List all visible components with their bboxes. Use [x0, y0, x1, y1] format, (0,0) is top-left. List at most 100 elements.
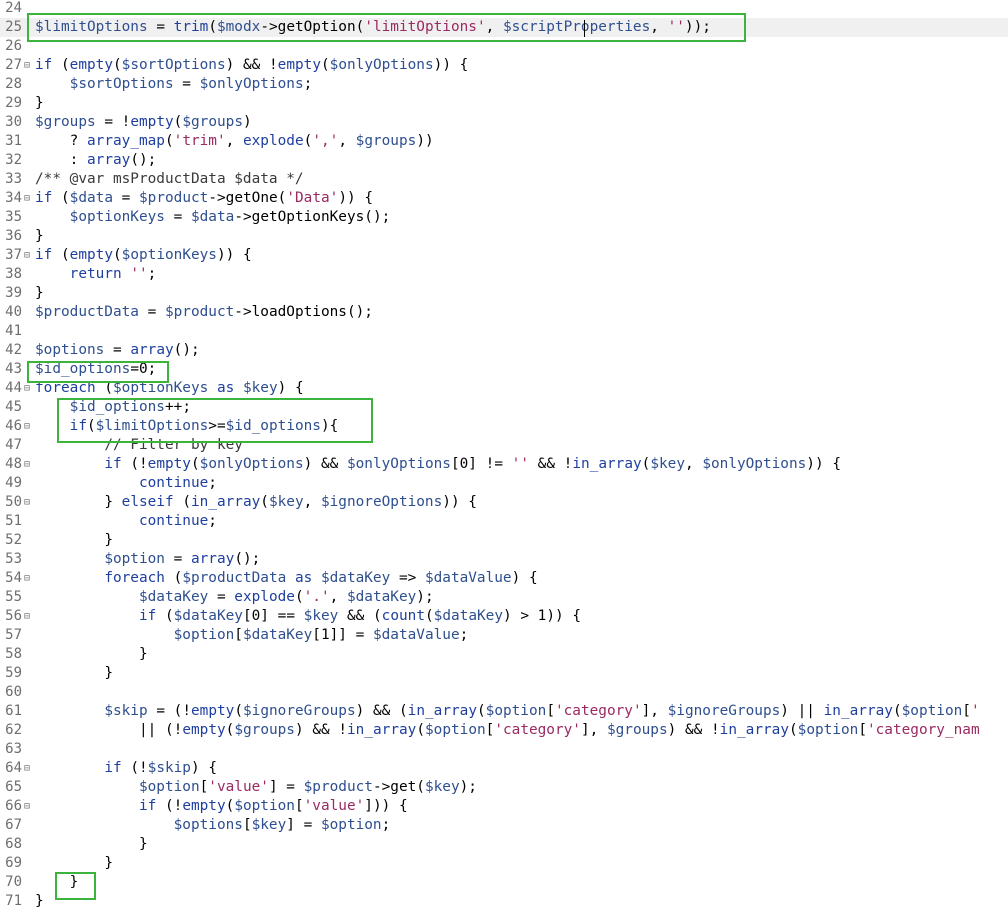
code-line[interactable]: 32 : array();	[0, 151, 1008, 170]
code-line[interactable]: 36}	[0, 227, 1008, 246]
code-line[interactable]: 31 ? array_map('trim', explode(',', $gro…	[0, 132, 1008, 151]
code-text: $options[$key] = $option;	[173, 817, 391, 833]
line-number: 67	[5, 817, 22, 833]
fold-toggle-icon[interactable]: ⊟	[22, 56, 32, 75]
code-line[interactable]: 58 }	[0, 645, 1008, 664]
code-line[interactable]: 49 continue;	[0, 474, 1008, 493]
fold-toggle-icon[interactable]: ⊟	[22, 455, 32, 474]
code-line[interactable]: 60	[0, 683, 1008, 702]
code-line[interactable]: 35 $optionKeys = $data->getOptionKeys();	[0, 208, 1008, 227]
code-line[interactable]: 37 ⊟ if (empty($optionKeys)) {	[0, 246, 1008, 265]
code-line[interactable]: 28 $sortOptions = $onlyOptions;	[0, 75, 1008, 94]
line-number: 39	[5, 285, 22, 301]
code-text: ? array_map('trim', explode(',', $groups…	[69, 133, 434, 149]
code-line[interactable]: 38 return '';	[0, 265, 1008, 284]
code-text: continue;	[138, 475, 217, 491]
code-line[interactable]: 45 $id_options++;	[0, 398, 1008, 417]
code-line[interactable]: 63	[0, 740, 1008, 759]
line-number: 60	[5, 684, 22, 700]
code-line[interactable]: 46 ⊟ if($limitOptions>=$id_options){	[0, 417, 1008, 436]
code-text: $option[$dataKey[1]] = $dataValue;	[173, 627, 469, 643]
code-line[interactable]: 27 ⊟ if (empty($sortOptions) && !empty($on…	[0, 56, 1008, 75]
code-line[interactable]: 56 ⊟ if ($dataKey[0] == $key && (count($d…	[0, 607, 1008, 626]
line-number: 54	[5, 570, 22, 586]
code-line[interactable]: 68 }	[0, 835, 1008, 854]
code-line[interactable]: 29}	[0, 94, 1008, 113]
code-line[interactable]: 55 $dataKey = explode('.', $dataKey);	[0, 588, 1008, 607]
line-number: 63	[5, 741, 22, 757]
line-number: 66	[5, 798, 22, 814]
code-line[interactable]: 54 ⊟ foreach ($productData as $dataKey =>…	[0, 569, 1008, 588]
code-text: }	[104, 532, 113, 548]
code-line[interactable]: 39}	[0, 284, 1008, 303]
line-number: 52	[5, 532, 22, 548]
code-line[interactable]: 51 continue;	[0, 512, 1008, 531]
code-line[interactable]: 53 $option = array();	[0, 550, 1008, 569]
code-text: $id_options++;	[69, 399, 191, 415]
code-line[interactable]: 48 ⊟ if (!empty($onlyOptions) && $onlyOpt…	[0, 455, 1008, 474]
code-line[interactable]: 57 $option[$dataKey[1]] = $dataValue;	[0, 626, 1008, 645]
code-line[interactable]: 44 ⊟ foreach ($optionKeys as $key) {	[0, 379, 1008, 398]
line-number: 26	[5, 38, 22, 54]
code-text: foreach ($productData as $dataKey => $da…	[104, 570, 538, 586]
code-line[interactable]: 25 $limitOptions = trim($modx->getOption(…	[0, 18, 1008, 37]
fold-toggle-icon[interactable]: ⊟	[22, 797, 32, 816]
fold-toggle-icon[interactable]: ⊟	[22, 569, 32, 588]
code-line[interactable]: 67 $options[$key] = $option;	[0, 816, 1008, 835]
fold-toggle-icon[interactable]: ⊟	[22, 189, 32, 208]
fold-toggle-icon[interactable]: ⊟	[22, 246, 32, 265]
code-line[interactable]: 24	[0, 0, 1008, 18]
line-number: 55	[5, 589, 22, 605]
line-number: 62	[5, 722, 22, 738]
code-line[interactable]: 66 ⊟ if (!empty($option['value'])) {	[0, 797, 1008, 816]
code-text: if ($dataKey[0] == $key && (count($dataK…	[138, 608, 582, 624]
code-line[interactable]: 50 ⊟ } elseif (in_array($key, $ignoreOpti…	[0, 493, 1008, 512]
code-text: return '';	[69, 266, 157, 282]
fold-toggle-icon[interactable]: ⊟	[22, 417, 32, 436]
code-line[interactable]: 43 $id_options=0;	[0, 360, 1008, 379]
code-line[interactable]: 59 }	[0, 664, 1008, 683]
line-number: 37	[5, 247, 22, 263]
line-number: 28	[5, 76, 22, 92]
code-line[interactable]: 64 ⊟ if (!$skip) {	[0, 759, 1008, 778]
code-line[interactable]: 62 || (!empty($groups) && !in_array($opt…	[0, 721, 1008, 740]
code-text: $productData = $product->loadOptions();	[35, 304, 373, 320]
code-line[interactable]: 30 $groups = !empty($groups)	[0, 113, 1008, 132]
code-line[interactable]: 42 $options = array();	[0, 341, 1008, 360]
code-text: $options = array();	[35, 342, 200, 358]
code-line[interactable]: 47 // Filter by key	[0, 436, 1008, 455]
line-number: 69	[5, 855, 22, 871]
code-text: continue;	[138, 513, 217, 529]
code-line[interactable]: 33 /** @var msProductData $data */	[0, 170, 1008, 189]
line-number: 70	[5, 874, 22, 890]
fold-toggle-icon[interactable]: ⊟	[22, 759, 32, 778]
code-line[interactable]: 41	[0, 322, 1008, 341]
code-text: $id_options=0;	[35, 361, 157, 377]
line-number: 45	[5, 399, 22, 415]
code-line[interactable]: 34 ⊟ if ($data = $product->getOne('Data'))…	[0, 189, 1008, 208]
line-number: 25	[5, 19, 22, 35]
code-text: /** @var msProductData $data */	[35, 171, 304, 187]
line-number: 48	[5, 456, 22, 472]
code-text: }	[104, 665, 113, 681]
code-line[interactable]: 69 }	[0, 854, 1008, 873]
code-text: } elseif (in_array($key, $ignoreOptions)…	[104, 494, 477, 510]
line-number: 35	[5, 209, 22, 225]
fold-toggle-icon[interactable]: ⊟	[22, 379, 32, 398]
code-line[interactable]: 26	[0, 37, 1008, 56]
code-line[interactable]: 70 }	[0, 873, 1008, 892]
code-text: if (!$skip) {	[104, 760, 217, 776]
line-number: 27	[5, 57, 22, 73]
code-line[interactable]: 40 $productData = $product->loadOptions()…	[0, 303, 1008, 322]
code-line[interactable]: 65 $option['value'] = $product->get($key…	[0, 778, 1008, 797]
code-line[interactable]: 61 $skip = (!empty($ignoreGroups) && (in…	[0, 702, 1008, 721]
code-line[interactable]: 52 }	[0, 531, 1008, 550]
fold-toggle-icon[interactable]: ⊟	[22, 607, 32, 626]
code-editor[interactable]: 24 25 $limitOptions = trim($modx->getOptio…	[0, 0, 1008, 923]
line-number: 42	[5, 342, 22, 358]
fold-toggle-icon[interactable]: ⊟	[22, 493, 32, 512]
code-text: $groups = !empty($groups)	[35, 114, 252, 130]
text-caret	[584, 20, 585, 37]
code-text: : array();	[69, 152, 157, 168]
code-line[interactable]: 71}	[0, 892, 1008, 911]
